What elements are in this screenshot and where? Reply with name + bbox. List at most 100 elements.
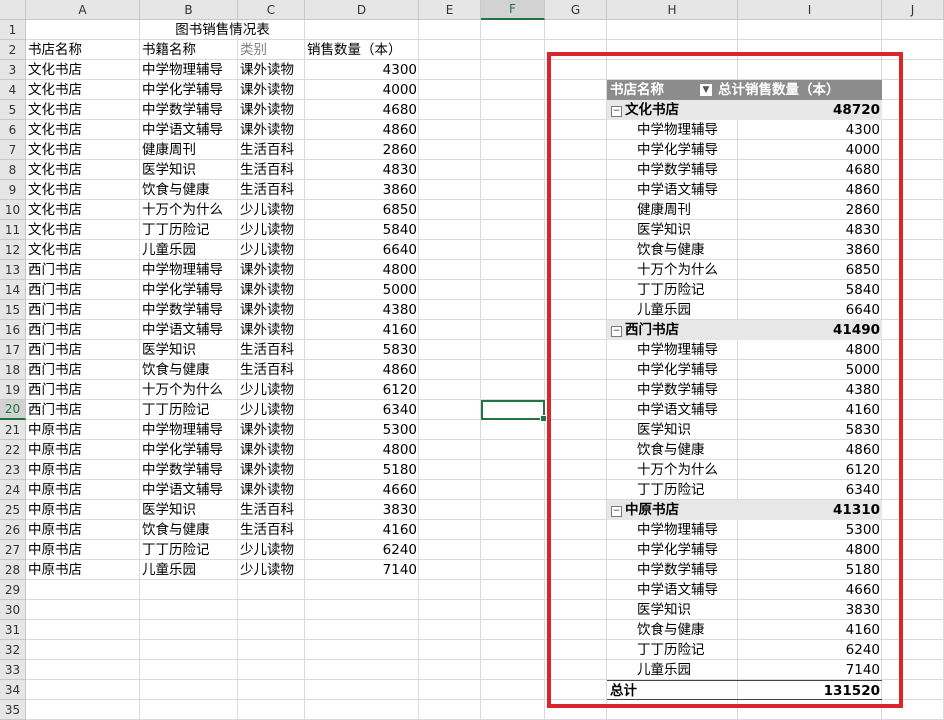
data-cell[interactable]: 文化书店: [28, 100, 138, 120]
grid-cell[interactable]: [481, 460, 545, 480]
data-cell[interactable]: 4300: [307, 60, 417, 80]
data-cell[interactable]: 西门书店: [28, 300, 138, 320]
row-header-22[interactable]: 22: [0, 440, 26, 460]
row-header-17[interactable]: 17: [0, 340, 26, 360]
grid-cell[interactable]: [481, 700, 545, 720]
grid-cell[interactable]: [419, 80, 481, 100]
data-cell[interactable]: 少儿读物: [240, 240, 303, 260]
data-cell[interactable]: 课外读物: [240, 320, 303, 340]
data-cell[interactable]: 中学语文辅导: [142, 480, 236, 500]
grid-cell[interactable]: [419, 360, 481, 380]
grid-cell[interactable]: [481, 520, 545, 540]
grid-cell[interactable]: [419, 100, 481, 120]
data-cell[interactable]: 4800: [307, 440, 417, 460]
grid-cell[interactable]: [481, 40, 545, 60]
data-cell[interactable]: 饮食与健康: [142, 180, 236, 200]
data-cell[interactable]: 儿童乐园: [142, 240, 236, 260]
grid-cell[interactable]: [419, 240, 481, 260]
grid-cell[interactable]: [419, 580, 481, 600]
data-cell[interactable]: 少儿读物: [240, 560, 303, 580]
data-cell[interactable]: 饮食与健康: [142, 360, 236, 380]
data-cell[interactable]: 文化书店: [28, 240, 138, 260]
grid-cell[interactable]: [419, 60, 481, 80]
row-header-8[interactable]: 8: [0, 160, 26, 180]
row-header-15[interactable]: 15: [0, 300, 26, 320]
data-cell[interactable]: 4160: [307, 520, 417, 540]
data-cell[interactable]: 4000: [307, 80, 417, 100]
data-cell[interactable]: 儿童乐园: [142, 560, 236, 580]
data-cell[interactable]: 西门书店: [28, 340, 138, 360]
row-header-3[interactable]: 3: [0, 60, 26, 80]
column-header-i[interactable]: I: [738, 0, 882, 20]
data-cell[interactable]: 中原书店: [28, 440, 138, 460]
grid-cell[interactable]: [481, 600, 545, 620]
data-cell[interactable]: 课外读物: [240, 80, 303, 100]
row-header-24[interactable]: 24: [0, 480, 26, 500]
grid-cell[interactable]: [607, 20, 738, 40]
data-cell[interactable]: 十万个为什么: [142, 200, 236, 220]
data-cell[interactable]: 文化书店: [28, 160, 138, 180]
grid-cell[interactable]: [419, 700, 481, 720]
data-cell[interactable]: 课外读物: [240, 120, 303, 140]
data-cell[interactable]: 3830: [307, 500, 417, 520]
grid-cell[interactable]: [238, 660, 305, 680]
grid-cell[interactable]: [140, 680, 238, 700]
data-cell[interactable]: 西门书店: [28, 400, 138, 420]
grid-cell[interactable]: [419, 380, 481, 400]
data-cell[interactable]: 5840: [307, 220, 417, 240]
data-cell[interactable]: 少儿读物: [240, 380, 303, 400]
grid-cell[interactable]: [419, 540, 481, 560]
data-cell[interactable]: 饮食与健康: [142, 520, 236, 540]
grid-cell[interactable]: [26, 640, 140, 660]
grid-cell[interactable]: [419, 620, 481, 640]
grid-cell[interactable]: [481, 540, 545, 560]
data-cell[interactable]: 文化书店: [28, 200, 138, 220]
grid-cell[interactable]: [305, 600, 419, 620]
row-header-25[interactable]: 25: [0, 500, 26, 520]
row-header-23[interactable]: 23: [0, 460, 26, 480]
grid-cell[interactable]: [481, 140, 545, 160]
grid-cell[interactable]: [419, 320, 481, 340]
grid-cell[interactable]: [419, 600, 481, 620]
grid-cell[interactable]: [419, 560, 481, 580]
grid-cell[interactable]: [419, 420, 481, 440]
data-cell[interactable]: 6240: [307, 540, 417, 560]
data-cell[interactable]: 课外读物: [240, 480, 303, 500]
grid-cell[interactable]: [419, 340, 481, 360]
data-cell[interactable]: 生活百科: [240, 160, 303, 180]
data-cell[interactable]: 健康周刊: [142, 140, 236, 160]
row-header-1[interactable]: 1: [0, 20, 26, 40]
row-header-35[interactable]: 35: [0, 700, 26, 720]
grid-cell[interactable]: [481, 160, 545, 180]
data-cell[interactable]: 文化书店: [28, 180, 138, 200]
grid-cell[interactable]: [419, 460, 481, 480]
data-cell[interactable]: 丁丁历险记: [142, 220, 236, 240]
grid-cell[interactable]: [481, 560, 545, 580]
column-header-f[interactable]: F: [481, 0, 545, 20]
grid-cell[interactable]: [481, 20, 545, 40]
sheet-title[interactable]: 图书销售情况表: [26, 20, 419, 40]
data-cell[interactable]: 6120: [307, 380, 417, 400]
data-cell[interactable]: 4800: [307, 260, 417, 280]
grid-cell[interactable]: [481, 180, 545, 200]
row-header-29[interactable]: 29: [0, 580, 26, 600]
grid-cell[interactable]: [419, 280, 481, 300]
row-header-6[interactable]: 6: [0, 120, 26, 140]
data-cell[interactable]: 生活百科: [240, 340, 303, 360]
data-cell[interactable]: 5000: [307, 280, 417, 300]
grid-cell[interactable]: [238, 620, 305, 640]
grid-cell[interactable]: [481, 680, 545, 700]
grid-cell[interactable]: [481, 240, 545, 260]
row-header-30[interactable]: 30: [0, 600, 26, 620]
grid-cell[interactable]: [419, 500, 481, 520]
row-header-18[interactable]: 18: [0, 360, 26, 380]
data-cell[interactable]: 文化书店: [28, 120, 138, 140]
column-header-b[interactable]: B: [140, 0, 238, 20]
data-cell[interactable]: 4830: [307, 160, 417, 180]
row-header-2[interactable]: 2: [0, 40, 26, 60]
data-cell[interactable]: 中学物理辅导: [142, 260, 236, 280]
grid-cell[interactable]: [419, 160, 481, 180]
data-cell[interactable]: 丁丁历险记: [142, 400, 236, 420]
row-header-12[interactable]: 12: [0, 240, 26, 260]
grid-cell[interactable]: [481, 440, 545, 460]
